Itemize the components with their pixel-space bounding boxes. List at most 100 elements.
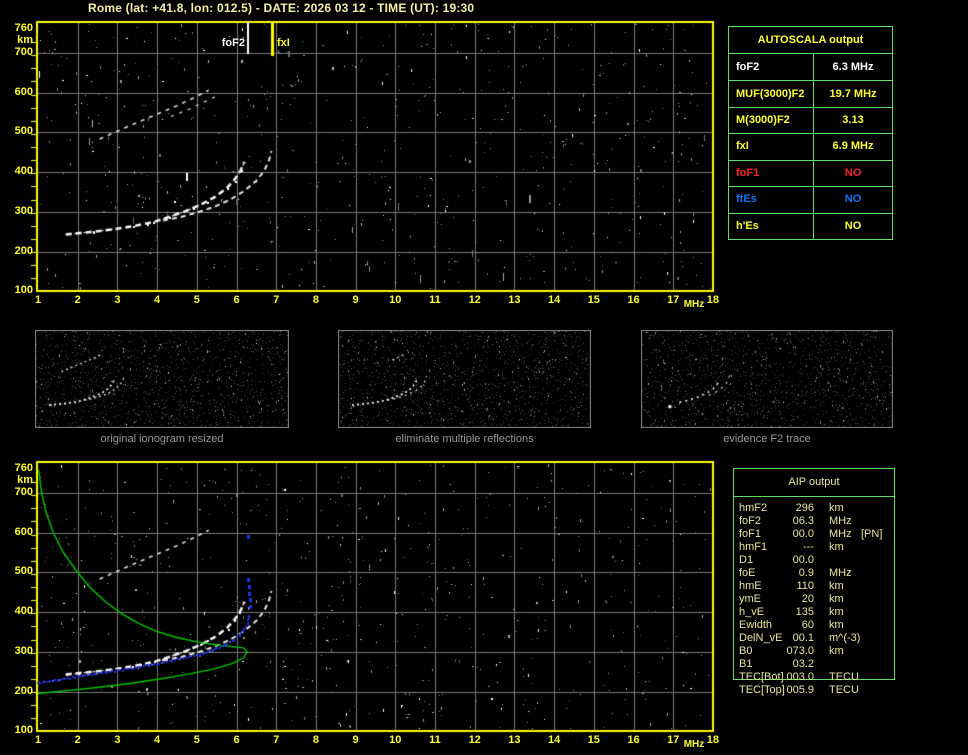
aip-row-4: D1 00.0 <box>734 554 894 567</box>
aip-unit: km <box>829 606 844 618</box>
x-tick-label-bottom: 6 <box>233 734 240 746</box>
aip-row-5: foE 0.9 MHz <box>734 567 894 580</box>
x-tick-label-top: 14 <box>547 294 561 306</box>
aip-value: 03.2 <box>792 658 814 670</box>
aip-row-14: TEC[Top] 005.9 TECU <box>734 684 894 697</box>
aip-label: B1 <box>739 658 753 670</box>
x-tick-label-bottom: 1 <box>34 734 42 746</box>
aip-unit: MHz <box>829 528 852 540</box>
row-label: fxI <box>736 140 749 153</box>
aip-row-13: TEC[Bot] 003.0 TECU <box>734 671 894 684</box>
autoscala-row-2: M(3000)F2 3.13 <box>729 107 892 135</box>
autoscala-row-4: foF1 NO <box>729 160 892 188</box>
aip-label: h_vE <box>739 606 765 618</box>
aip-row-9: Ewidth 60 km <box>734 619 894 632</box>
aip-value: 296 <box>795 502 814 514</box>
aip-label: foE <box>739 567 756 579</box>
y-tick-label-top: 700 <box>14 45 33 58</box>
aip-row-8: h_vE 135 km <box>734 606 894 619</box>
autoscala-row-6: h'Es NO <box>729 213 892 239</box>
aip-label: foF1 <box>739 528 762 540</box>
x-tick-label-top: 7 <box>273 294 280 306</box>
aip-row-12: B1 03.2 <box>734 658 894 671</box>
aip-label: ymE <box>739 593 761 605</box>
aip-row-0: hmF2 296 km <box>734 502 894 515</box>
aip-value: 135 <box>795 606 814 618</box>
aip-value: 110 <box>796 580 814 592</box>
aip-unit: MHz <box>829 567 852 579</box>
panel-evidence-f2-canvas <box>641 330 893 428</box>
x-tick-label-top: 3 <box>114 294 121 306</box>
autoscala-row-3: fxI 6.9 MHz <box>729 133 892 161</box>
x-tick-label-bottom: 3 <box>114 734 121 746</box>
x-tick-label-top: 5 <box>193 294 200 306</box>
row-label: foF1 <box>736 166 760 179</box>
x-tick-label-top: 4 <box>154 294 161 306</box>
aip-value: 00.0 <box>792 528 814 540</box>
x-axis-unit-top: MHz <box>683 299 705 310</box>
x-tick-label-top: 13 <box>508 294 521 306</box>
aip-label: hmF2 <box>739 502 768 514</box>
aip-unit: MHz <box>829 515 852 527</box>
fof2-marker-label: foF2 <box>221 37 245 49</box>
x-tick-label-bottom: 14 <box>547 734 561 746</box>
x-tick-label-top: 8 <box>312 294 319 306</box>
y-tick-label-bottom: 200 <box>14 684 33 697</box>
aip-value: 005.9 <box>786 684 814 696</box>
aip-unit: km <box>829 541 844 553</box>
aip-unit: km <box>829 619 844 631</box>
y-tick-label-top: 760 <box>14 22 33 35</box>
x-tick-label-bottom: 16 <box>627 734 640 746</box>
aip-unit: km <box>829 645 844 657</box>
row-value: NO <box>844 166 862 179</box>
aip-label: foF2 <box>739 515 762 527</box>
aip-value: 0.9 <box>798 567 814 579</box>
x-tick-label-top: 16 <box>627 294 640 306</box>
row-value: NO <box>844 193 862 206</box>
x-tick-label-top: 11 <box>429 294 441 306</box>
aip-extra: [PN] <box>861 528 883 540</box>
aip-value: 073.0 <box>786 645 814 657</box>
autoscala-row-1: MUF(3000)F2 19.7 MHz <box>729 80 892 108</box>
row-value: 6.9 MHz <box>832 140 874 153</box>
x-tick-label-bottom: 2 <box>74 734 81 746</box>
y-tick-label-bottom: 400 <box>14 605 33 618</box>
y-tick-label-top: 600 <box>14 85 33 98</box>
x-tick-label-bottom: 10 <box>389 734 402 746</box>
autoscala-output-table: AUTOSCALA output foF2 6.3 MHz MUF(3000)F2 1… <box>728 26 893 240</box>
aip-table-title: AIP output <box>788 476 840 488</box>
aip-label: hmF1 <box>739 541 768 553</box>
y-tick-label-bottom: 600 <box>14 525 33 538</box>
aip-row-1: foF2 06.3 MHz <box>734 515 894 528</box>
aip-value: 20 <box>801 593 814 605</box>
aip-value: --- <box>803 541 814 553</box>
x-tick-label-bottom: 12 <box>468 734 481 746</box>
y-tick-label-top: 400 <box>14 165 33 178</box>
panel-eliminate-reflections-canvas <box>338 330 591 428</box>
aip-row-6: hmE 110 km <box>734 580 894 593</box>
aip-value: 06.3 <box>792 515 814 527</box>
aip-row-11: B0 073.0 km <box>734 645 894 658</box>
y-tick-label-bottom: 700 <box>14 485 33 498</box>
x-tick-label-bottom: 15 <box>587 734 600 746</box>
aip-row-3: hmF1 --- km <box>734 541 894 554</box>
aip-label: D1 <box>739 554 754 566</box>
y-tick-label-top: 300 <box>14 204 33 217</box>
aip-value: 60 <box>801 619 814 631</box>
x-tick-label-bottom: 4 <box>154 734 161 746</box>
y-tick-label-bottom: 300 <box>14 644 33 657</box>
autoscala-row-0: foF2 6.3 MHz <box>729 54 892 82</box>
row-value: NO <box>844 219 862 232</box>
y-axis-unit-top: km <box>17 34 33 46</box>
aip-value: 003.0 <box>786 671 814 683</box>
aip-label: hmE <box>739 580 762 592</box>
bottom-ionogram-canvas <box>0 440 724 742</box>
aip-row-2: foF1 00.0 MHz [PN] <box>734 528 894 541</box>
row-label: h'Es <box>736 219 759 232</box>
aip-unit: km <box>829 593 844 605</box>
y-tick-label-top: 200 <box>14 244 33 257</box>
autoscala-screen: Rome (lat: +41.8, lon: 012.5) - DATE: 20… <box>0 0 968 755</box>
x-tick-label-top: 6 <box>233 294 240 306</box>
row-label: ftEs <box>736 193 757 206</box>
aip-output-table: AIP output hmF2 296 km foF2 06.3 MHz foF1 00.0 M… <box>733 468 895 696</box>
